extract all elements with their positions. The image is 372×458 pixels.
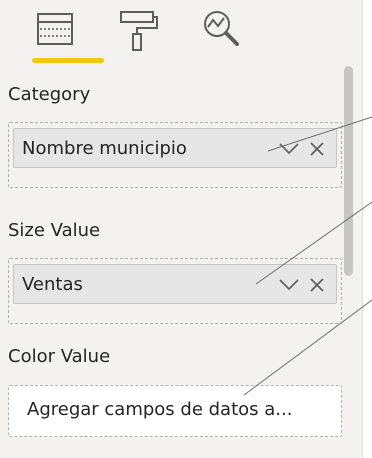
category-callout-line: [267, 116, 372, 152]
callout-pointer-lines: [243, 116, 372, 396]
size-value-callout-line: [255, 201, 372, 285]
color-value-callout-line: [243, 299, 372, 396]
